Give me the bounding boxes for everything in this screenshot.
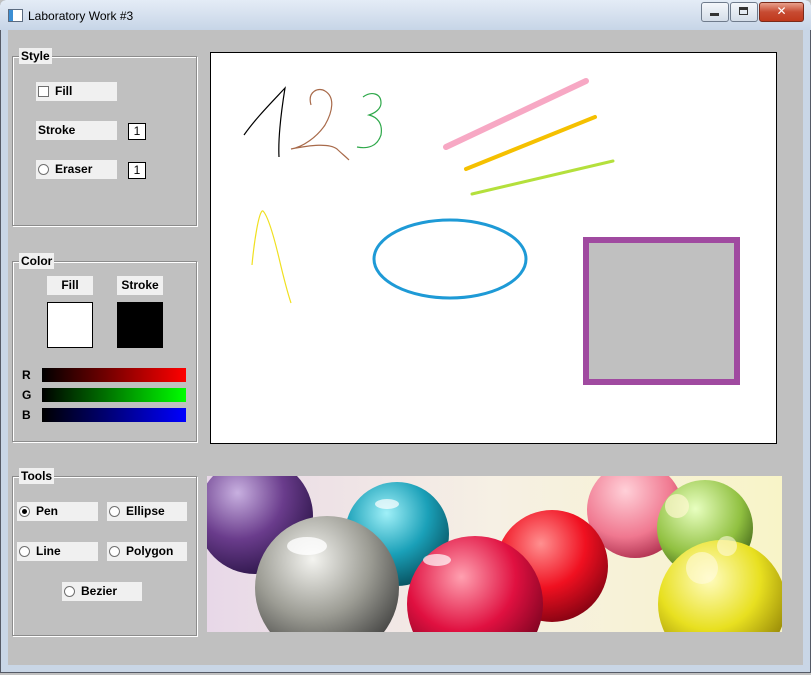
marble-highlight xyxy=(423,554,451,566)
fill-color-swatch[interactable] xyxy=(47,302,93,348)
green-slider[interactable] xyxy=(42,388,186,402)
stroke-color-swatch[interactable] xyxy=(117,302,163,348)
rectangle-shape xyxy=(583,237,740,385)
tool-line[interactable]: Line xyxy=(17,542,98,561)
tool-pen[interactable]: Pen xyxy=(17,502,98,521)
stroke-label: Stroke xyxy=(38,123,76,137)
eraser-radio-circle[interactable] xyxy=(38,164,49,175)
colored-marbles-photo xyxy=(207,476,782,632)
window-title: Laboratory Work #3 xyxy=(28,9,134,23)
tool-polygon[interactable]: Polygon xyxy=(107,542,187,561)
fill-checkbox-box[interactable] xyxy=(38,86,49,97)
line-orange xyxy=(464,115,597,171)
title-bar[interactable]: Laboratory Work #3 ✕ xyxy=(0,0,811,30)
maximize-button[interactable] xyxy=(730,2,758,22)
tool-pen-label: Pen xyxy=(36,504,59,518)
line-lime xyxy=(470,159,615,196)
red-slider[interactable] xyxy=(42,368,186,382)
style-group: Style Fill Stroke 1 Eraser 1 xyxy=(12,48,197,226)
tools-group: Tools Pen Ellipse Line Polygon Bezier xyxy=(12,468,197,636)
pen-stroke-two-brown xyxy=(290,88,350,161)
color-group: Color Fill Stroke R G B xyxy=(12,253,197,442)
tools-group-title: Tools xyxy=(19,468,55,484)
tool-bezier-radio[interactable] xyxy=(64,586,75,597)
blue-label: B xyxy=(22,408,31,422)
close-button[interactable]: ✕ xyxy=(759,2,804,22)
stroke-label-box: Stroke xyxy=(36,121,117,140)
eraser-radio-label: Eraser xyxy=(55,162,93,176)
green-label: G xyxy=(22,388,32,402)
client-area: Style Fill Stroke 1 Eraser 1 Color Fill … xyxy=(8,30,803,665)
tool-bezier[interactable]: Bezier xyxy=(62,582,142,601)
tool-ellipse-label: Ellipse xyxy=(126,504,165,518)
bokeh-dot xyxy=(686,552,718,584)
minimize-icon xyxy=(710,13,719,16)
fill-checkbox-label: Fill xyxy=(55,84,73,98)
pen-stroke-one-black xyxy=(243,86,286,158)
fill-checkbox[interactable]: Fill xyxy=(36,82,117,101)
fill-color-label: Fill xyxy=(47,276,93,295)
canvas-drawing xyxy=(243,78,740,385)
tool-ellipse[interactable]: Ellipse xyxy=(107,502,187,521)
drawing-canvas[interactable] xyxy=(210,52,777,444)
tool-ellipse-radio[interactable] xyxy=(109,506,120,517)
app-icon xyxy=(8,9,23,22)
marble-highlight xyxy=(375,499,399,509)
style-group-title: Style xyxy=(19,48,52,64)
minimize-button[interactable] xyxy=(701,2,729,22)
caption-buttons: ✕ xyxy=(700,2,804,22)
eraser-radio[interactable]: Eraser xyxy=(36,160,117,179)
tool-line-label: Line xyxy=(36,544,61,558)
close-icon: ✕ xyxy=(776,4,787,18)
tool-bezier-label: Bezier xyxy=(81,584,118,598)
eraser-width-input[interactable]: 1 xyxy=(128,162,146,179)
red-label: R xyxy=(22,368,31,382)
pen-stroke-yellow xyxy=(251,210,292,304)
tool-line-radio[interactable] xyxy=(19,546,30,557)
bokeh-dot xyxy=(665,494,689,518)
marbles-illustration xyxy=(207,476,782,632)
maximize-icon xyxy=(739,7,748,15)
tool-pen-radio[interactable] xyxy=(19,506,30,517)
stroke-width-input[interactable]: 1 xyxy=(128,123,146,140)
marble-highlight xyxy=(287,537,327,555)
stroke-color-label: Stroke xyxy=(117,276,163,295)
color-group-title: Color xyxy=(19,253,55,269)
ellipse-shape xyxy=(372,218,528,300)
pen-stroke-three-green xyxy=(356,93,382,149)
bokeh-dot xyxy=(717,536,737,556)
tool-polygon-label: Polygon xyxy=(126,544,174,558)
tool-polygon-radio[interactable] xyxy=(109,546,120,557)
line-pink xyxy=(443,78,589,150)
blue-slider[interactable] xyxy=(42,408,186,422)
